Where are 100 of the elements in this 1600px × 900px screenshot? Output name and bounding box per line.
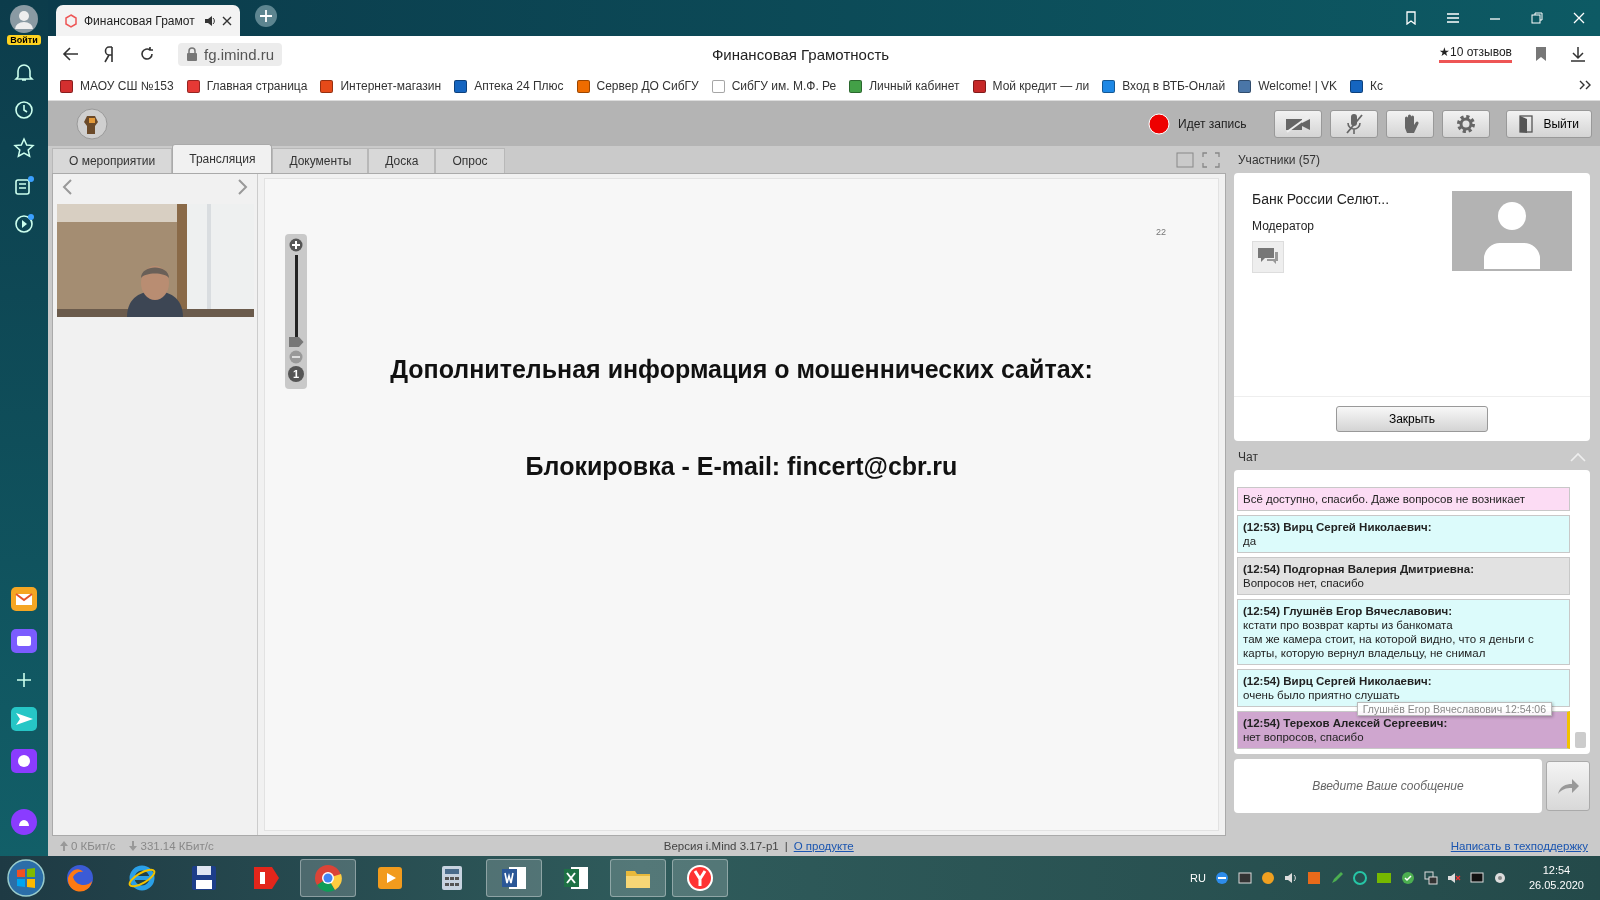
start-button-icon[interactable] bbox=[6, 858, 46, 898]
mail-icon[interactable] bbox=[10, 586, 38, 612]
volume-icon[interactable] bbox=[1283, 871, 1298, 885]
download-icon bbox=[129, 841, 138, 851]
network-icon[interactable] bbox=[1423, 871, 1438, 885]
message-author: (12:53) Вирц Сергей Николаевич: bbox=[1243, 520, 1432, 534]
address-field[interactable]: fg.imind.ru bbox=[178, 42, 283, 66]
raise-hand-button[interactable] bbox=[1386, 109, 1435, 138]
scrollbar-thumb[interactable] bbox=[1575, 732, 1586, 748]
shield-check-icon[interactable] bbox=[1400, 871, 1415, 885]
bookmark[interactable]: Интернет-магазин bbox=[320, 79, 442, 93]
download-icon[interactable] bbox=[1570, 46, 1586, 62]
bookmark[interactable]: МАОУ СШ №153 bbox=[60, 79, 174, 93]
message-text: кстати про возврат карты из банкомата bbox=[1243, 618, 1453, 632]
plus-icon[interactable] bbox=[14, 670, 34, 690]
app-window-icon[interactable] bbox=[10, 628, 38, 654]
bookmark[interactable]: Сервер ДО СибГУ bbox=[576, 79, 699, 93]
send-icon[interactable] bbox=[10, 706, 38, 732]
new-tab-icon[interactable] bbox=[254, 4, 278, 28]
bookmarks-icon[interactable] bbox=[1404, 11, 1418, 25]
slide-text: Блокировка - E-mail: fincert@cbr.ru bbox=[525, 452, 958, 481]
app-tile-icon[interactable] bbox=[1306, 871, 1321, 885]
monitor-icon[interactable] bbox=[1469, 871, 1484, 885]
private-chat-button[interactable] bbox=[1252, 241, 1284, 273]
message-author: (12:54) Глушнёв Егор Вячеславович: bbox=[1243, 604, 1453, 618]
message-text: там же камера стоит, на которой видно, что я деньги с bbox=[1243, 632, 1534, 646]
yandex-logo-icon[interactable] bbox=[102, 45, 116, 63]
bookmark[interactable]: Мой кредит — ли bbox=[972, 79, 1090, 93]
play-circle-icon[interactable] bbox=[13, 213, 35, 235]
tab[interactable]: Доска bbox=[368, 148, 436, 173]
zoom-slider-thumb[interactable] bbox=[288, 337, 304, 347]
star-icon[interactable] bbox=[13, 137, 35, 159]
tab[interactable]: Документы bbox=[272, 148, 369, 173]
tab[interactable]: Трансляция bbox=[172, 144, 273, 173]
e-globe-icon bbox=[127, 863, 157, 893]
ring-icon[interactable] bbox=[1352, 871, 1367, 885]
bookmark[interactable]: Welcome! | VK bbox=[1238, 79, 1338, 93]
message-text: нет вопросов, спасибо bbox=[1243, 730, 1364, 744]
gear-icon bbox=[1455, 112, 1478, 135]
message-text: да bbox=[1243, 534, 1257, 548]
assistant-icon[interactable] bbox=[10, 808, 38, 836]
bookmark[interactable]: Вход в ВТБ-Онлай bbox=[1102, 79, 1226, 93]
chrome-circle-icon bbox=[313, 863, 343, 893]
version-label: Версия i.Mind 3.17-p1 bbox=[663, 840, 779, 852]
tray-box-icon[interactable] bbox=[1237, 871, 1252, 885]
pen-icon[interactable] bbox=[1329, 871, 1344, 885]
support-link[interactable]: Написать в техподдержку bbox=[1450, 840, 1588, 852]
camera-off-button[interactable] bbox=[1274, 109, 1323, 138]
taskbar-app[interactable] bbox=[486, 859, 542, 897]
participants-title: Участники (57) bbox=[1238, 152, 1320, 167]
menu-icon[interactable] bbox=[1446, 11, 1460, 25]
send-button[interactable] bbox=[1546, 761, 1590, 811]
tab-title: Финансовая Грамот bbox=[84, 13, 196, 28]
bell-icon[interactable] bbox=[13, 61, 35, 83]
assistant-bubble-icon[interactable] bbox=[10, 748, 38, 774]
hexagon-icon bbox=[64, 13, 78, 28]
upload-speed: 0 КБит/с bbox=[71, 840, 116, 852]
bookmark[interactable]: Личный кабинет bbox=[849, 79, 960, 93]
bookmark[interactable]: Главная страница bbox=[186, 79, 308, 93]
page-title: Финансовая Грамотность bbox=[711, 45, 890, 63]
clock-date: 26.05.2020 bbox=[1528, 878, 1584, 893]
settings-button[interactable] bbox=[1442, 109, 1491, 138]
close-icon[interactable] bbox=[222, 15, 232, 26]
speaker-muted-icon[interactable] bbox=[1446, 871, 1461, 885]
mic-off-button[interactable] bbox=[1330, 109, 1379, 138]
bookmark[interactable]: Аптека 24 Плюс bbox=[454, 79, 564, 93]
exit-button[interactable]: Выйти bbox=[1506, 109, 1592, 138]
message-field[interactable]: Введите Ваше сообщение bbox=[1234, 759, 1542, 813]
tab[interactable]: О мероприятии bbox=[52, 148, 173, 173]
message-author: (12:54) Терехов Алексей Сергеевич: bbox=[1243, 716, 1448, 730]
zoom-in-icon[interactable] bbox=[289, 238, 303, 252]
bookmark[interactable]: СибГУ им. М.Ф. Ре bbox=[711, 79, 837, 93]
record-dot-icon bbox=[1148, 112, 1171, 135]
message-input[interactable]: Введите Ваше сообщение bbox=[1242, 770, 1534, 802]
reload-icon[interactable] bbox=[138, 45, 156, 63]
reset-zoom-button[interactable]: 1 bbox=[288, 366, 304, 382]
bookmark[interactable]: Кс bbox=[1350, 79, 1384, 93]
login-badge[interactable]: Войти bbox=[7, 35, 41, 45]
upload-icon bbox=[60, 841, 68, 851]
bookmark-icon[interactable] bbox=[1534, 46, 1548, 62]
clock-icon[interactable] bbox=[13, 99, 35, 121]
more-chevron-icon[interactable] bbox=[1578, 79, 1592, 91]
avatar-icon[interactable] bbox=[9, 4, 39, 34]
door-icon bbox=[1519, 114, 1534, 133]
message-author: (12:54) Вирц Сергей Николаевич: bbox=[1243, 674, 1432, 688]
disc-icon[interactable] bbox=[1260, 871, 1275, 885]
news-icon[interactable] bbox=[13, 175, 35, 197]
close-button[interactable]: Закрыть bbox=[1336, 406, 1488, 432]
taskbar-app[interactable] bbox=[672, 859, 728, 897]
message-text: Всё доступно, спасибо. Даже вопросов не возникает bbox=[1243, 492, 1525, 506]
restore-icon[interactable] bbox=[1530, 11, 1544, 25]
about-link[interactable]: О продукте bbox=[793, 840, 854, 852]
tab[interactable]: Опрос bbox=[435, 148, 505, 173]
recording-label: Идет запись bbox=[1178, 116, 1247, 131]
page-number: 22 bbox=[1156, 227, 1166, 237]
back-icon[interactable] bbox=[62, 45, 80, 63]
participant-role: Модератор bbox=[1252, 219, 1315, 233]
browser-tab[interactable]: Финансовая Грамот bbox=[56, 5, 240, 36]
reviews-link[interactable]: ★10 отзывов bbox=[1439, 45, 1512, 63]
language-indicator[interactable]: RU bbox=[1190, 872, 1206, 884]
